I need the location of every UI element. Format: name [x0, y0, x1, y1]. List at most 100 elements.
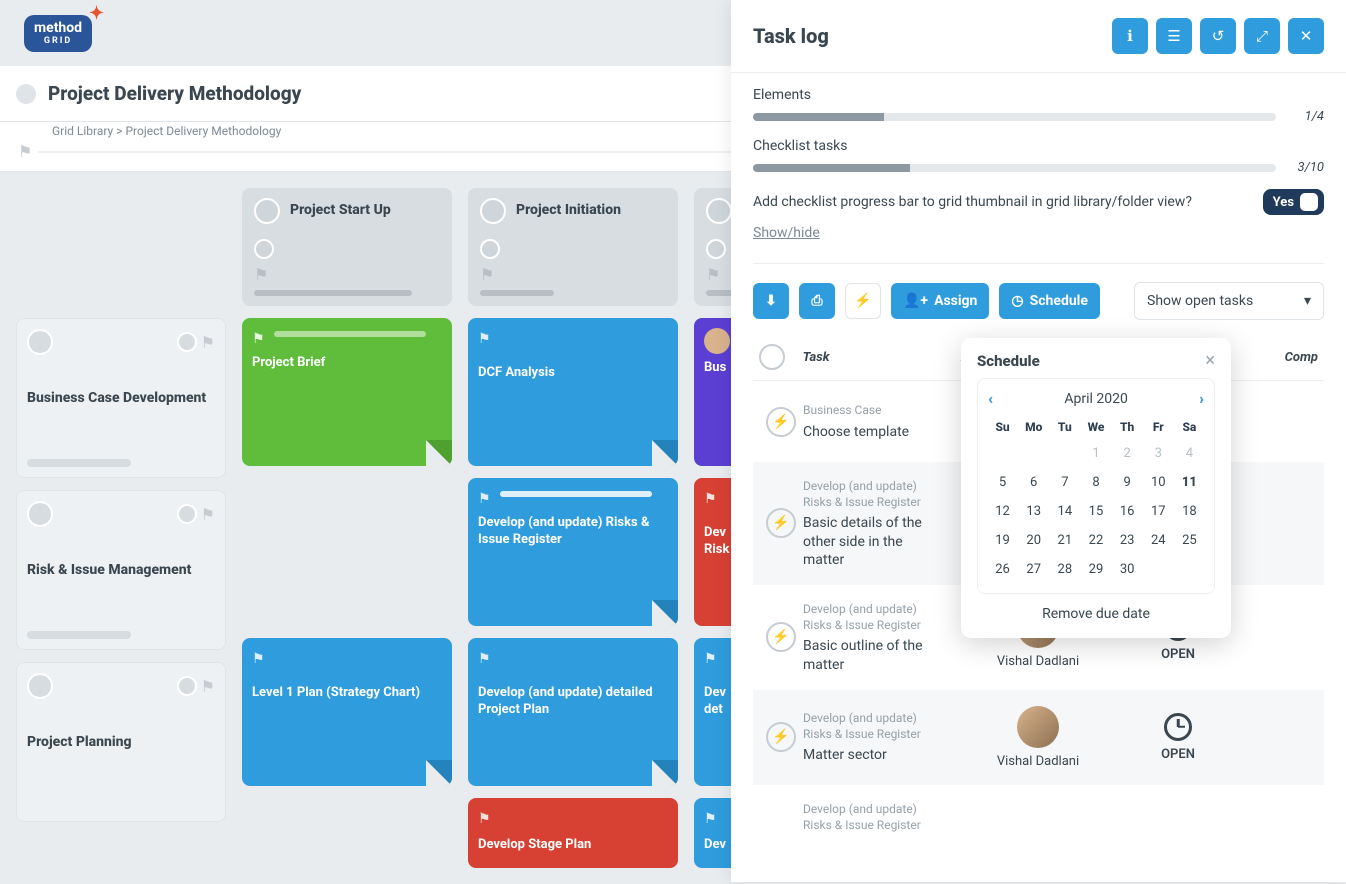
checklist-progress: [753, 164, 1276, 172]
checklist-label: Checklist tasks: [753, 138, 1324, 154]
popover-close[interactable]: ×: [1205, 352, 1215, 370]
task-filter-dropdown[interactable]: Show open tasks ▾: [1134, 282, 1324, 320]
grid-avatar[interactable]: [16, 84, 36, 104]
card-project-planning[interactable]: ⚑ Project Planning: [16, 662, 226, 822]
calendar-day[interactable]: 16: [1113, 498, 1142, 525]
prev-month[interactable]: ‹: [988, 389, 993, 408]
show-hide-link[interactable]: Show/hide: [753, 225, 1324, 241]
grid-column: ⚑ Business Case Development ⚑ Risk & Iss…: [16, 188, 226, 868]
card-title: Project Brief: [252, 355, 442, 372]
calendar-day[interactable]: 1: [1081, 440, 1110, 467]
status-text: OPEN: [1161, 747, 1195, 762]
calendar-day[interactable]: 7: [1050, 469, 1079, 496]
next-month[interactable]: ›: [1199, 389, 1204, 408]
flag-icon[interactable]: ⚑: [18, 142, 32, 161]
task-context: Develop (and update) Risks & Issue Regis…: [803, 801, 943, 833]
calendar-day[interactable]: 13: [1019, 498, 1048, 525]
print-button[interactable]: ⎙: [799, 283, 835, 319]
remove-due-date[interactable]: Remove due date: [977, 606, 1215, 622]
schedule-button[interactable]: ◷Schedule: [999, 283, 1100, 319]
card-project-brief[interactable]: ⚑ Project Brief: [242, 318, 452, 466]
assign-button[interactable]: 👤+Assign: [891, 283, 989, 319]
column-header[interactable]: Project Start Up ⚑: [242, 188, 452, 306]
breadcrumb-current: Project Delivery Methodology: [125, 124, 281, 138]
calendar-day[interactable]: 11: [1175, 469, 1204, 496]
calendar-day[interactable]: 21: [1050, 527, 1079, 554]
elements-label: Elements: [753, 87, 1324, 103]
calendar-day[interactable]: 20: [1019, 527, 1048, 554]
user-avatar-icon: [177, 676, 197, 696]
column-header[interactable]: Project Initiation ⚑: [468, 188, 678, 306]
calendar-day[interactable]: 22: [1081, 527, 1110, 554]
card-risk-issue[interactable]: ⚑ Risk & Issue Management: [16, 490, 226, 650]
card-title: Level 1 Plan (Strategy Chart): [252, 685, 442, 702]
select-all-checkbox[interactable]: [759, 344, 785, 370]
info-button[interactable]: ℹ: [1112, 18, 1148, 54]
calendar-day[interactable]: 9: [1113, 469, 1142, 496]
calendar-day[interactable]: 25: [1175, 527, 1204, 554]
grid-column: Project Start Up ⚑ ⚑ Project Brief ⚑ Lev…: [242, 188, 452, 868]
task-row[interactable]: Develop (and update) Risks & Issue Regis…: [753, 785, 1324, 849]
calendar-day[interactable]: 18: [1175, 498, 1204, 525]
assignee-name: Vishal Dadlani: [997, 754, 1079, 769]
bolt-filter-button[interactable]: ⚡: [845, 283, 881, 319]
calendar-day[interactable]: 23: [1113, 527, 1142, 554]
calendar-day[interactable]: 14: [1050, 498, 1079, 525]
calendar-dow: Fr: [1144, 416, 1173, 438]
card-title: Develop (and update) detailed Project Pl…: [478, 685, 668, 719]
expand-button[interactable]: ⤢: [1244, 18, 1280, 54]
list-button[interactable]: ☰: [1156, 18, 1192, 54]
card-business-case-dev[interactable]: ⚑ Business Case Development: [16, 318, 226, 478]
card-title: DCF Analysis: [478, 365, 668, 382]
thumbnail-toggle[interactable]: Yes: [1263, 189, 1324, 215]
flag-icon: ⚑: [704, 651, 717, 667]
bolt-icon: ⚡: [766, 407, 796, 437]
logo[interactable]: method GRID ✦: [24, 15, 92, 52]
calendar-day[interactable]: 15: [1081, 498, 1110, 525]
card-dcf-analysis[interactable]: ⚑ DCF Analysis: [468, 318, 678, 466]
calendar-day[interactable]: 24: [1144, 527, 1173, 554]
download-icon: ⬇: [765, 293, 777, 309]
avatar: [1017, 706, 1059, 748]
calendar-dow: Tu: [1050, 416, 1079, 438]
calendar-day[interactable]: 28: [1050, 556, 1079, 583]
flag-icon: ⚑: [201, 677, 215, 696]
calendar-day[interactable]: 5: [988, 469, 1017, 496]
calendar-day[interactable]: 10: [1144, 469, 1173, 496]
calendar-day[interactable]: 12: [988, 498, 1017, 525]
calendar-day[interactable]: 26: [988, 556, 1017, 583]
calendar-day[interactable]: 8: [1081, 469, 1110, 496]
checklist-count: 3/10: [1288, 160, 1324, 175]
card-stage-plan[interactable]: ⚑ Develop Stage Plan: [468, 798, 678, 868]
calendar-day[interactable]: 27: [1019, 556, 1048, 583]
schedule-popover: Schedule × ‹ April 2020 › SuMoTuWeThFrSa…: [961, 338, 1231, 638]
card-detailed-plan[interactable]: ⚑ Develop (and update) detailed Project …: [468, 638, 678, 786]
bolt-icon: ⚡: [854, 293, 871, 309]
calendar-day[interactable]: 29: [1081, 556, 1110, 583]
elements-count: 1/4: [1288, 109, 1324, 124]
close-button[interactable]: ✕: [1288, 18, 1324, 54]
chevron-down-icon: ▾: [1304, 293, 1311, 309]
card-risks-register[interactable]: ⚑ Develop (and update) Risks & Issue Reg…: [468, 478, 678, 626]
calendar-day[interactable]: 19: [988, 527, 1017, 554]
bolt-icon: ⚡: [766, 622, 796, 652]
calendar-day[interactable]: 3: [1144, 440, 1173, 467]
calendar-day[interactable]: 4: [1175, 440, 1204, 467]
calendar-day[interactable]: 6: [1019, 469, 1048, 496]
task-context: Develop (and update) Risks & Issue Regis…: [803, 601, 943, 633]
card-title: Risk & Issue Management: [27, 561, 215, 579]
calendar-day[interactable]: 2: [1113, 440, 1142, 467]
close-icon: ✕: [1300, 27, 1313, 45]
breadcrumb-library[interactable]: Grid Library: [52, 124, 113, 138]
history-button[interactable]: ↺: [1200, 18, 1236, 54]
toggle-knob: [1300, 193, 1318, 211]
calendar-day: [1050, 440, 1079, 467]
task-row[interactable]: ⚡ Develop (and update) Risks & Issue Reg…: [753, 690, 1324, 785]
calendar-day[interactable]: 30: [1113, 556, 1142, 583]
user-avatar-icon: [254, 198, 280, 224]
card-level1-plan[interactable]: ⚑ Level 1 Plan (Strategy Chart): [242, 638, 452, 786]
task-name: Matter sector: [803, 746, 943, 764]
calendar-day[interactable]: 17: [1144, 498, 1173, 525]
calendar: ‹ April 2020 › SuMoTuWeThFrSa12345678910…: [977, 378, 1215, 594]
download-button[interactable]: ⬇: [753, 283, 789, 319]
